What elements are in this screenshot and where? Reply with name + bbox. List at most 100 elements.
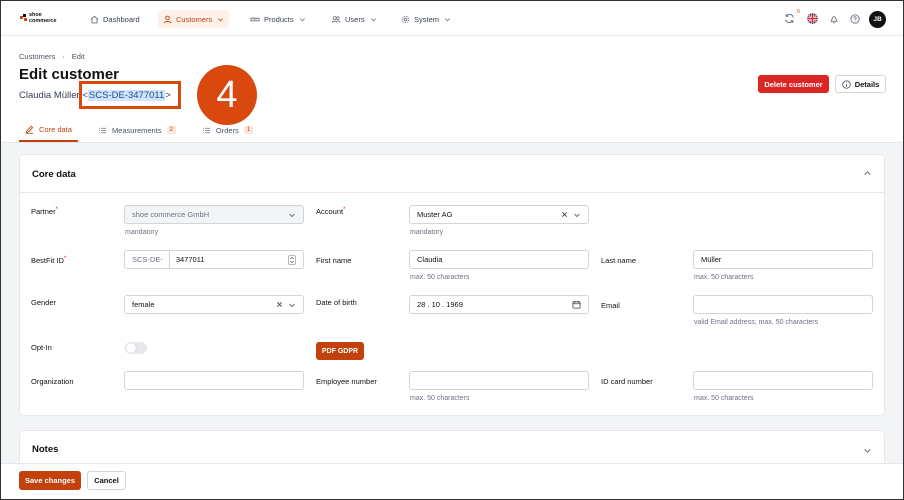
chevron-down-icon xyxy=(574,213,580,217)
save-changes-button[interactable]: Save changes xyxy=(19,471,81,490)
ruler-icon xyxy=(250,17,260,21)
nav-customers[interactable]: Customers xyxy=(158,10,230,28)
optin-label: Opt-In xyxy=(31,343,52,352)
avatar[interactable]: JB xyxy=(869,11,886,28)
help-icon xyxy=(849,13,860,24)
last-name-label: Last name xyxy=(601,256,637,265)
id-card-hint: max. 50 characters xyxy=(694,395,754,402)
tab-core-data[interactable]: Core data xyxy=(19,118,78,142)
gender-select[interactable]: female xyxy=(124,295,304,314)
first-name-input[interactable]: Claudia xyxy=(409,250,589,269)
notes-card[interactable]: Notes xyxy=(19,430,885,463)
sync-badge: 0 xyxy=(797,9,800,15)
bell-icon xyxy=(829,15,838,23)
calendar-icon[interactable] xyxy=(572,300,581,309)
cancel-button[interactable]: Cancel xyxy=(87,471,126,490)
pdf-gdpr-button[interactable]: PDF GDPR xyxy=(316,342,364,360)
id-card-label: ID card number xyxy=(601,377,653,386)
partner-select[interactable]: shoe commerce GmbH xyxy=(124,205,304,224)
first-name-label: First name xyxy=(316,256,352,265)
gender-value: female xyxy=(132,300,155,309)
chevron-down-icon xyxy=(289,303,295,307)
logo-mark-icon xyxy=(20,14,27,21)
logo[interactable]: shoe commerce xyxy=(20,12,62,26)
annotation-step-number: 4 xyxy=(197,65,257,125)
form-footer: Save changes Cancel xyxy=(1,463,903,499)
first-name-hint: max. 50 characters xyxy=(410,274,470,281)
breadcrumb: Customers › Edit xyxy=(19,52,85,61)
account-select[interactable]: Muster AG xyxy=(409,205,589,224)
annotation-highlight-box xyxy=(79,81,181,109)
tab-measurements-count: 2 xyxy=(166,126,176,134)
last-name-value: Müller xyxy=(701,255,722,264)
chevron-down-icon[interactable] xyxy=(863,446,872,455)
tab-orders-label: Orders xyxy=(215,125,239,135)
users-icon xyxy=(331,15,341,23)
uk-flag-icon xyxy=(807,13,818,24)
delete-customer-button[interactable]: Delete customer xyxy=(758,75,829,93)
nav-products[interactable]: Products xyxy=(245,10,311,28)
partner-value: shoe commerce GmbH xyxy=(132,210,210,219)
bestfit-prefix: SCS-DE- xyxy=(132,251,170,268)
last-name-hint: max. 50 characters xyxy=(694,274,754,281)
chevron-up-icon[interactable] xyxy=(863,169,872,178)
organization-input[interactable] xyxy=(124,371,304,390)
tab-measurements-label: Measurements xyxy=(111,125,162,135)
tab-bar: Core data Measurements 2 Orders 1 xyxy=(19,118,273,142)
breadcrumb-separator: › xyxy=(62,52,65,61)
breadcrumb-customers[interactable]: Customers xyxy=(19,52,55,61)
tab-orders[interactable]: Orders 1 xyxy=(196,118,259,142)
employee-number-input[interactable] xyxy=(409,371,589,390)
chevron-down-icon xyxy=(299,17,305,21)
list-icon xyxy=(98,127,107,133)
nav-users[interactable]: Users xyxy=(326,10,382,28)
core-data-title: Core data xyxy=(32,169,76,180)
dob-label: Date of birth xyxy=(316,298,357,307)
bestfit-value: 3477011 xyxy=(175,255,205,264)
tab-measurements[interactable]: Measurements 2 xyxy=(92,118,182,142)
notes-title: Notes xyxy=(32,444,59,455)
notifications-button[interactable] xyxy=(827,12,840,25)
details-button[interactable]: Details xyxy=(835,75,886,93)
dob-input[interactable]: 28 . 10 . 1969 xyxy=(409,295,589,314)
clear-icon[interactable] xyxy=(561,211,568,218)
edit-icon xyxy=(25,125,34,134)
list-icon xyxy=(202,127,210,133)
account-label: Account* xyxy=(316,207,346,216)
optin-toggle-knob xyxy=(126,343,136,353)
home-icon xyxy=(90,15,99,23)
chevron-down-icon xyxy=(445,17,451,21)
nav-system-label: System xyxy=(414,14,440,24)
nav-system[interactable]: System xyxy=(396,10,456,28)
language-button[interactable] xyxy=(806,12,819,25)
chevron-down-icon xyxy=(218,17,224,21)
optin-toggle[interactable] xyxy=(125,342,147,354)
bestfit-input[interactable]: SCS-DE- 3477011 xyxy=(124,250,304,269)
logo-text: shoe commerce xyxy=(29,12,57,24)
chevron-down-icon xyxy=(370,17,376,21)
account-value: Muster AG xyxy=(417,210,453,219)
tab-orders-count: 1 xyxy=(243,126,254,134)
info-icon xyxy=(842,79,851,89)
nav-dashboard[interactable]: Dashboard xyxy=(85,10,145,28)
sync-button[interactable] xyxy=(783,12,796,25)
partner-label: Partner* xyxy=(31,207,58,216)
nav-customers-label: Customers xyxy=(176,14,213,24)
nav-dashboard-label: Dashboard xyxy=(103,14,140,24)
id-card-input[interactable] xyxy=(693,371,873,390)
employee-number-label: Employee number xyxy=(316,377,377,386)
organization-label: Organization xyxy=(31,377,74,386)
help-button[interactable] xyxy=(848,12,861,25)
tab-core-data-label: Core data xyxy=(39,124,72,134)
gear-icon xyxy=(401,15,410,23)
core-data-header[interactable]: Core data xyxy=(20,155,884,193)
details-label: Details xyxy=(854,79,880,89)
last-name-input[interactable]: Müller xyxy=(693,250,873,269)
nav-products-label: Products xyxy=(264,14,294,24)
email-input[interactable] xyxy=(693,295,873,314)
refresh-icon xyxy=(785,14,794,23)
employee-number-hint: max. 50 characters xyxy=(410,395,470,402)
top-navbar: shoe commerce Dashboard Customers Product… xyxy=(1,1,903,36)
stepper-icon[interactable] xyxy=(288,254,296,265)
clear-icon[interactable] xyxy=(276,301,283,308)
